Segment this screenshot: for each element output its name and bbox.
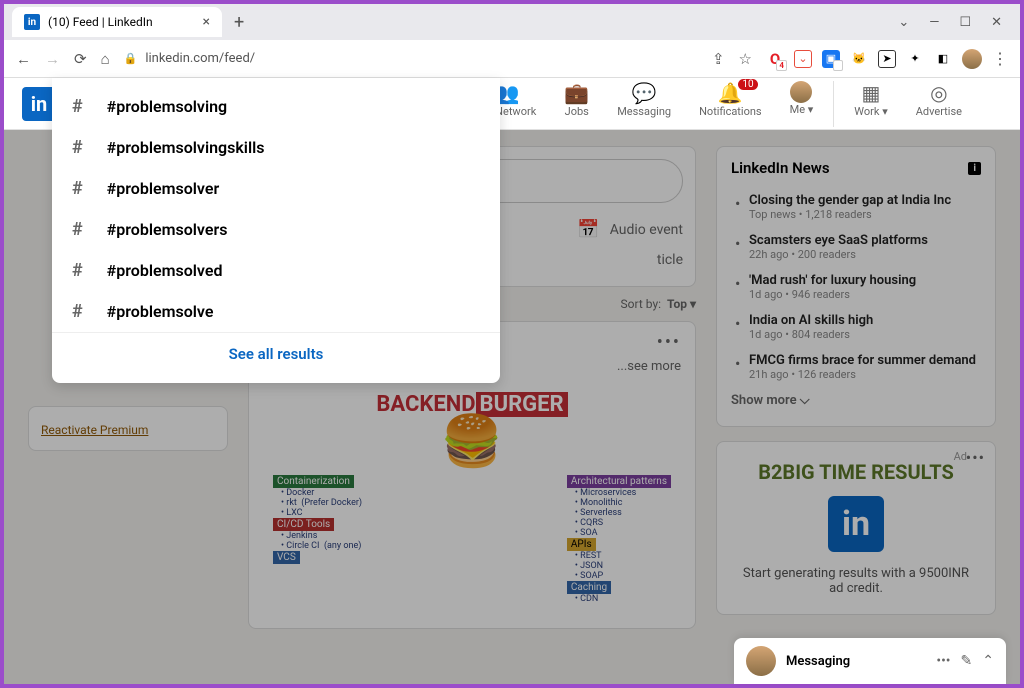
- lock-icon: 🔒: [124, 52, 138, 65]
- hash-icon: #: [72, 137, 83, 158]
- maximize-icon[interactable]: ☐: [959, 15, 971, 30]
- jobs-icon: 💼: [564, 81, 589, 105]
- msg-more-icon[interactable]: •••: [936, 653, 950, 669]
- linkedin-header: in 🔍 🏠 Home 👥 My Network 💼 Jobs 💬 Messag…: [4, 78, 1020, 130]
- minimize-icon[interactable]: —: [929, 15, 939, 30]
- back-button[interactable]: ←: [16, 50, 31, 68]
- nav-work[interactable]: ▦ Work ▾: [840, 81, 901, 127]
- nav-notifications[interactable]: 🔔 10 Notifications: [685, 81, 776, 127]
- nav-advertise[interactable]: ◎ Advertise: [902, 81, 976, 127]
- new-tab-button[interactable]: +: [234, 12, 244, 33]
- notification-badge: 10: [738, 79, 757, 90]
- nav-jobs[interactable]: 💼 Jobs: [550, 81, 603, 127]
- hash-icon: #: [72, 219, 83, 240]
- target-icon: ◎: [930, 81, 947, 105]
- linkedin-logo[interactable]: in: [22, 87, 56, 121]
- ext-panel-icon[interactable]: ◧: [934, 50, 952, 68]
- ext-opera-icon[interactable]: O4: [766, 50, 784, 68]
- messaging-bar[interactable]: Messaging ••• ✎ ⌃: [734, 638, 1006, 684]
- linkedin-favicon: in: [24, 14, 40, 30]
- ext-puzzle-icon[interactable]: ✦: [906, 50, 924, 68]
- browser-tab[interactable]: in (10) Feed | LinkedIn ×: [12, 7, 222, 37]
- compose-icon[interactable]: ✎: [961, 653, 973, 669]
- ext-cat-icon[interactable]: 🐱: [850, 50, 868, 68]
- me-avatar-icon: [790, 81, 812, 103]
- ext-blue-icon[interactable]: ▣2: [822, 50, 840, 68]
- see-all-results[interactable]: See all results: [52, 332, 500, 375]
- url-field[interactable]: 🔒 linkedin.com/feed/: [124, 51, 698, 66]
- url-text: linkedin.com/feed/: [145, 51, 255, 66]
- msg-avatar-icon: [746, 646, 776, 676]
- browser-menu-icon[interactable]: ⋮: [992, 49, 1008, 68]
- suggestion-item[interactable]: ##problemsolver: [52, 168, 500, 209]
- caret-down-icon[interactable]: ⌄: [898, 15, 909, 30]
- hash-icon: #: [72, 301, 83, 322]
- nav-messaging[interactable]: 💬 Messaging: [603, 81, 685, 127]
- tab-bar: in (10) Feed | LinkedIn × + ⌄ — ☐ ✕: [4, 4, 1020, 40]
- messaging-icon: 💬: [632, 81, 657, 105]
- home-button[interactable]: ⌂: [101, 50, 110, 68]
- close-window-icon[interactable]: ✕: [991, 15, 1002, 30]
- tab-title: (10) Feed | LinkedIn: [48, 15, 153, 29]
- star-icon[interactable]: ☆: [739, 50, 752, 68]
- forward-button[interactable]: →: [45, 50, 60, 68]
- nav-separator: [833, 81, 834, 127]
- hash-icon: #: [72, 96, 83, 117]
- hash-icon: #: [72, 178, 83, 199]
- hash-icon: #: [72, 260, 83, 281]
- grid-icon: ▦: [862, 81, 881, 105]
- profile-avatar-icon[interactable]: [962, 49, 982, 69]
- suggestion-item[interactable]: ##problemsolving: [52, 86, 500, 127]
- chevron-up-icon[interactable]: ⌃: [982, 653, 994, 669]
- suggestion-item[interactable]: ##problemsolvers: [52, 209, 500, 250]
- search-suggestions: ##problemsolving ##problemsolvingskills …: [52, 78, 500, 383]
- suggestion-item[interactable]: ##problemsolved: [52, 250, 500, 291]
- address-bar: ← → ⟳ ⌂ 🔒 linkedin.com/feed/ ⇪ ☆ O4 ⌄ ▣2…: [4, 40, 1020, 78]
- reload-button[interactable]: ⟳: [74, 50, 87, 68]
- close-tab-icon[interactable]: ×: [203, 14, 210, 30]
- suggestion-item[interactable]: ##problemsolvingskills: [52, 127, 500, 168]
- ext-pocket-icon[interactable]: ⌄: [794, 50, 812, 68]
- nav-me[interactable]: Me ▾: [776, 81, 828, 127]
- ext-send-icon[interactable]: ➤: [878, 50, 896, 68]
- suggestion-item[interactable]: ##problemsolve: [52, 291, 500, 332]
- share-icon[interactable]: ⇪: [712, 50, 725, 68]
